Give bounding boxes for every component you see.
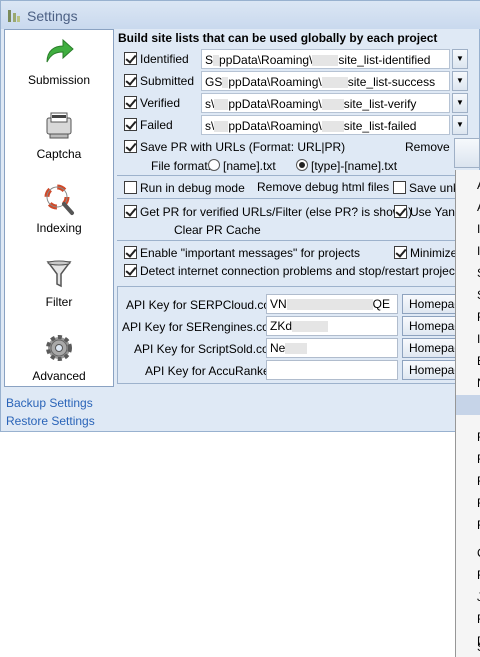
submitted-label: Submitted xyxy=(140,74,195,88)
path-mid: ppData\Roaming\ xyxy=(219,53,313,67)
save-unknown-label: Save unk xyxy=(409,181,460,195)
app-icon xyxy=(8,10,20,22)
scriptsold-api-input[interactable]: Ne xyxy=(266,338,398,358)
path-mid: ppData\Roaming\ xyxy=(228,97,322,111)
context-menu: AAIISSFIENFFFFFCFJFDS xyxy=(455,170,480,657)
save-pr-checkbox[interactable] xyxy=(124,140,137,153)
sitelist-options-button[interactable] xyxy=(454,138,480,168)
failed-dropdown-button[interactable]: ▼ xyxy=(452,115,468,135)
title-bar: Settings xyxy=(1,1,480,29)
path-start: s\ xyxy=(205,97,215,111)
captcha-printer-icon xyxy=(46,112,72,139)
format-type-name-label: [type]-[name].txt xyxy=(311,159,398,173)
restore-settings-link[interactable]: Restore Settings xyxy=(6,414,95,428)
messages-divider xyxy=(117,240,457,241)
use-yandex-checkbox[interactable] xyxy=(394,205,407,218)
scriptsold-key-start: Ne xyxy=(270,341,286,355)
accuranker-homepage-button[interactable]: Homepage xyxy=(402,360,462,380)
remove-debug-files-button[interactable]: Remove debug html files xyxy=(257,180,389,194)
path-mid: ppData\Roaming\ xyxy=(228,75,322,89)
path-end: site_list-identified xyxy=(338,53,431,67)
important-messages-label: Enable "important messages" for projects xyxy=(140,246,360,260)
serengines-api-label: API Key for SERengines.com xyxy=(122,320,279,334)
detect-connection-label: Detect internet connection problems and … xyxy=(140,264,465,278)
sidebar-item-indexing[interactable]: Indexing xyxy=(5,184,113,235)
verified-path-field[interactable]: s\ ppData\Roaming\ site_list-verify xyxy=(201,93,450,113)
funnel-icon xyxy=(46,260,72,288)
identified-dropdown-button[interactable]: ▼ xyxy=(452,49,468,69)
identified-checkbox[interactable] xyxy=(124,52,137,65)
accuranker-api-input[interactable] xyxy=(266,360,398,380)
format-name-radio[interactable] xyxy=(208,159,220,171)
sidebar-item-label: Indexing xyxy=(36,221,82,235)
debug-mode-checkbox[interactable] xyxy=(124,181,137,194)
menu-highlight xyxy=(456,395,480,415)
identified-path-field[interactable]: SppData\Roaming\ site_list-identified xyxy=(201,49,450,69)
path-mid: ppData\Roaming\ xyxy=(228,119,322,133)
get-pr-checkbox[interactable] xyxy=(124,205,137,218)
serpcloud-key-start: VN xyxy=(270,297,287,311)
sidebar-item-label: Captcha xyxy=(36,147,82,161)
sitelists-heading: Build site lists that can be used global… xyxy=(118,31,438,45)
important-messages-checkbox[interactable] xyxy=(124,246,137,259)
submitted-checkbox[interactable] xyxy=(124,74,137,87)
verified-label: Verified xyxy=(140,96,181,110)
identified-label: Identified xyxy=(140,52,189,66)
get-pr-label: Get PR for verified URLs/Filter (else PR… xyxy=(140,205,413,219)
format-name-label: [name].txt xyxy=(223,159,276,173)
serengines-api-input[interactable]: ZKd xyxy=(266,316,398,336)
sidebar-item-captcha[interactable]: Captcha xyxy=(5,110,113,161)
failed-checkbox[interactable] xyxy=(124,118,137,131)
detect-connection-checkbox[interactable] xyxy=(124,264,137,277)
sidebar-item-submission[interactable]: Submission xyxy=(5,36,113,87)
submitted-dropdown-button[interactable]: ▼ xyxy=(452,71,468,91)
verified-dropdown-button[interactable]: ▼ xyxy=(452,93,468,113)
sidebar-item-label: Filter xyxy=(45,295,73,309)
path-start: s\ xyxy=(205,119,215,133)
path-start: S xyxy=(205,53,214,67)
window-title: Settings xyxy=(27,8,78,24)
save-pr-label: Save PR with URLs (Format: URL|PR) xyxy=(140,140,346,154)
scriptsold-homepage-button[interactable]: Homepage xyxy=(402,338,462,358)
sidebar-item-filter[interactable]: Filter xyxy=(5,258,113,309)
settings-sidebar: Submission Captcha Indexing Filter Advan… xyxy=(4,29,114,387)
format-type-name-radio[interactable] xyxy=(296,159,308,171)
sidebar-item-advanced[interactable]: Advanced xyxy=(5,332,113,383)
path-start: GS xyxy=(205,75,223,89)
green-arrow-icon xyxy=(46,38,74,63)
path-end: site_list-verify xyxy=(343,97,417,111)
backup-settings-link[interactable]: Backup Settings xyxy=(6,396,93,410)
verified-checkbox[interactable] xyxy=(124,96,137,109)
minimize-label: Minimize xyxy=(410,246,458,260)
debug-mode-label: Run in debug mode xyxy=(140,181,245,195)
save-unknown-checkbox[interactable] xyxy=(393,181,406,194)
minimize-checkbox[interactable] xyxy=(394,246,407,259)
submitted-path-field[interactable]: GS ppData\Roaming\ site_list-success xyxy=(201,71,450,91)
pr-divider xyxy=(117,198,457,199)
sidebar-item-label: Submission xyxy=(27,73,91,87)
use-yandex-label: Use Yan xyxy=(410,205,455,219)
path-end: site_list-failed xyxy=(343,119,417,133)
remove-button[interactable]: Remove xyxy=(405,140,450,154)
serpcloud-api-label: API Key for SERPCloud.com xyxy=(126,298,281,312)
failed-path-field[interactable]: s\ ppData\Roaming\ site_list-failed xyxy=(201,115,450,135)
lifebuoy-magnifier-icon xyxy=(44,184,74,215)
sidebar-item-label: Advanced xyxy=(32,369,86,383)
serengines-homepage-button[interactable]: Homepage xyxy=(402,316,462,336)
path-end: site_list-success xyxy=(347,75,436,89)
scriptsold-api-label: API Key for ScriptSold.com xyxy=(134,342,279,356)
file-format-label: File format: xyxy=(151,159,212,173)
gear-icon xyxy=(46,335,72,361)
serpcloud-key-end: QE xyxy=(372,297,391,311)
accuranker-api-label: API Key for AccuRanker xyxy=(145,364,274,378)
serengines-key-start: ZKd xyxy=(270,319,293,333)
clear-pr-cache-button[interactable]: Clear PR Cache xyxy=(174,223,261,237)
serpcloud-homepage-button[interactable]: Homepage xyxy=(402,294,462,314)
serpcloud-api-input[interactable]: VN QE xyxy=(266,294,398,314)
failed-label: Failed xyxy=(140,118,173,132)
